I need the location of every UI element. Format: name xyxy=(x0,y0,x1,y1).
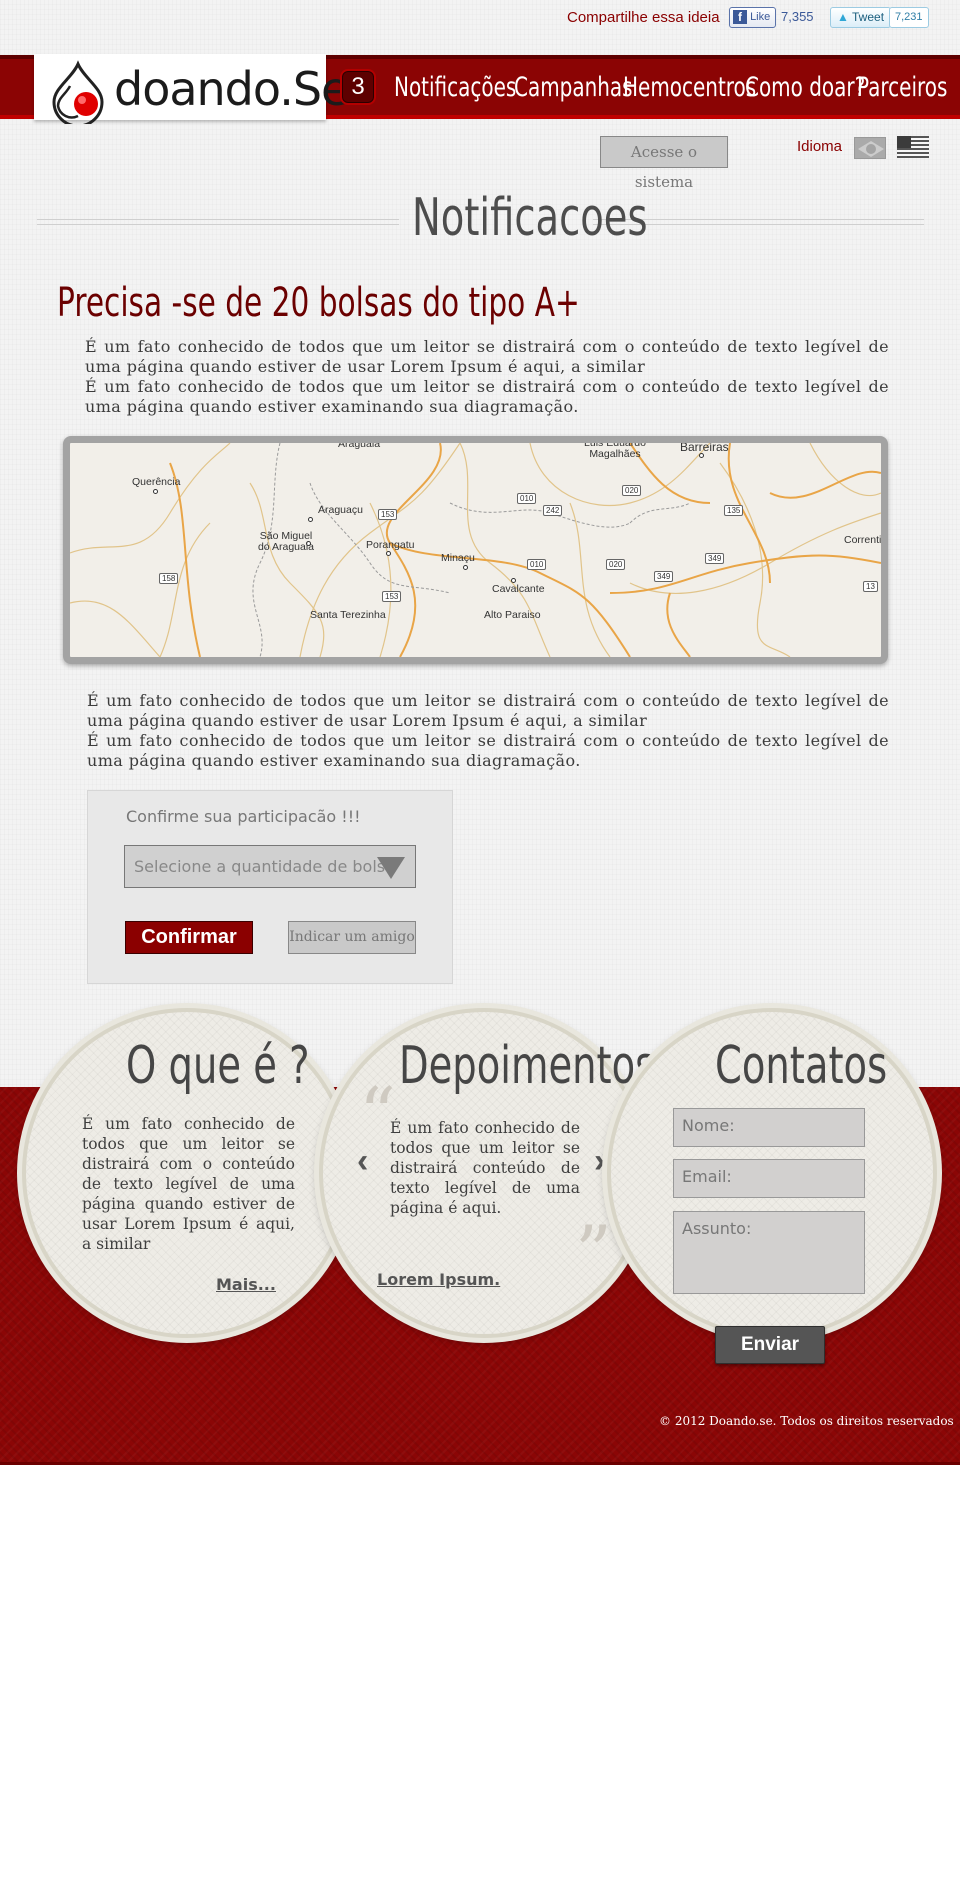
tweet-label: Tweet xyxy=(852,10,885,24)
map-label: Araguaçu xyxy=(318,504,363,516)
previous-arrow-icon[interactable]: ‹ xyxy=(357,1142,368,1181)
name-field[interactable]: Nome: xyxy=(673,1108,865,1147)
testimonial-text: É um fato conhecido de todos que um leit… xyxy=(390,1119,580,1217)
paragraph: É um fato conhecido de todos que um leit… xyxy=(87,731,889,770)
tweet-button[interactable]: ▲ Tweet xyxy=(830,7,892,28)
about-more-link[interactable]: Mais... xyxy=(216,1275,276,1294)
map-label: Luis Eduardo Magalhães xyxy=(584,437,646,460)
route-shield: 020 xyxy=(622,485,642,496)
about-text: É um fato conhecido de todos que um leit… xyxy=(82,1115,295,1253)
share-label: Compartilhe essa ideia xyxy=(567,9,720,26)
email-field[interactable]: Email: xyxy=(673,1159,865,1198)
blood-bag-quantity-select[interactable]: Selecione a quantidade de bolsa xyxy=(124,845,416,888)
language-label: Idioma xyxy=(797,138,843,155)
route-shield: 135 xyxy=(724,505,744,516)
about-title: O que é ? xyxy=(126,1036,310,1096)
map-label: São Miguel do Araguaia xyxy=(257,530,315,553)
facebook-icon: f xyxy=(733,10,747,24)
blood-drop-icon xyxy=(52,60,104,124)
page-title: Notificacoes xyxy=(412,188,648,248)
confirm-button[interactable]: Confirmar xyxy=(125,921,253,954)
notification-text-bottom: É um fato conhecido de todos que um leit… xyxy=(87,691,889,771)
map-roads xyxy=(70,443,881,657)
access-system-button[interactable]: Acesse o sistema xyxy=(600,136,728,191)
logo[interactable]: doando.Se xyxy=(34,54,349,124)
brazil-flag-icon[interactable] xyxy=(854,137,886,159)
map-city-marker xyxy=(153,489,158,494)
paragraph: É um fato conhecido de todos que um leit… xyxy=(85,337,889,376)
paragraph: É um fato conhecido de todos que um leit… xyxy=(87,691,889,730)
subject-field[interactable]: Assunto: xyxy=(673,1211,865,1294)
testimonial-author: Lorem Ipsum. xyxy=(377,1270,501,1289)
route-shield: 349 xyxy=(705,553,725,564)
map-label: Barreiras xyxy=(680,440,729,454)
next-arrow-icon[interactable]: › xyxy=(594,1142,605,1181)
participation-label: Confirme sua participacão !!! xyxy=(126,807,361,826)
route-shield: 010 xyxy=(517,493,537,504)
tweet-count: 7,231 xyxy=(889,7,929,28)
map-view[interactable]: Araguaia Luis Eduardo Magalhães Barreira… xyxy=(63,436,888,664)
select-placeholder: Selecione a quantidade de bolsa xyxy=(134,857,395,876)
map-label: Porangatu xyxy=(366,539,415,551)
route-shield: 242 xyxy=(543,505,563,516)
route-shield: 13 xyxy=(863,581,878,592)
facebook-like-button[interactable]: f Like xyxy=(729,7,777,28)
invite-friend-button[interactable]: Indicar um amigo xyxy=(288,921,416,954)
usa-flag-icon[interactable] xyxy=(897,136,929,158)
notification-heading: Precisa -se de 20 bolsas do tipo A+ xyxy=(57,280,580,326)
map-city-marker xyxy=(463,565,468,570)
contacts-title: Contatos xyxy=(715,1036,888,1096)
nav-item-parceiros[interactable]: Parceiros xyxy=(857,72,960,103)
logo-text: doando.Se xyxy=(114,62,349,116)
map-label: Cavalcante xyxy=(492,583,545,595)
copyright: © 2012 Doando.se. Todos os direitos rese… xyxy=(659,1414,954,1428)
map-label: Araguaia xyxy=(338,438,381,450)
map-label: Querência xyxy=(132,476,181,488)
route-shield: 020 xyxy=(606,559,626,570)
map-city-marker xyxy=(386,551,391,556)
dropdown-arrow-icon xyxy=(377,857,405,879)
facebook-like-count: 7,355 xyxy=(781,9,814,24)
map-city-marker xyxy=(308,517,313,522)
facebook-like-label: Like xyxy=(750,10,771,23)
route-shield: 010 xyxy=(527,559,547,570)
route-shield: 349 xyxy=(654,571,674,582)
map-label: Santa Terezinha xyxy=(310,609,386,621)
route-shield: 153 xyxy=(382,591,402,602)
close-quote-icon: ” xyxy=(575,1210,612,1294)
notification-count-badge[interactable]: 3 xyxy=(340,69,376,105)
route-shield: 158 xyxy=(159,573,179,584)
notification-text-top: É um fato conhecido de todos que um leit… xyxy=(85,337,889,417)
title-divider-left xyxy=(37,219,399,225)
twitter-bird-icon: ▲ xyxy=(837,10,849,24)
send-button[interactable]: Enviar xyxy=(715,1326,825,1364)
map-label: Correntina xyxy=(844,534,888,546)
page-background: Compartilhe essa ideia f Like 7,355 ▲ Tw… xyxy=(0,0,960,1465)
paragraph: É um fato conhecido de todos que um leit… xyxy=(85,377,889,416)
map-label: Alto Paraiso xyxy=(484,609,541,621)
route-shield: 153 xyxy=(378,509,398,520)
map-label: Minaçu xyxy=(441,552,475,564)
